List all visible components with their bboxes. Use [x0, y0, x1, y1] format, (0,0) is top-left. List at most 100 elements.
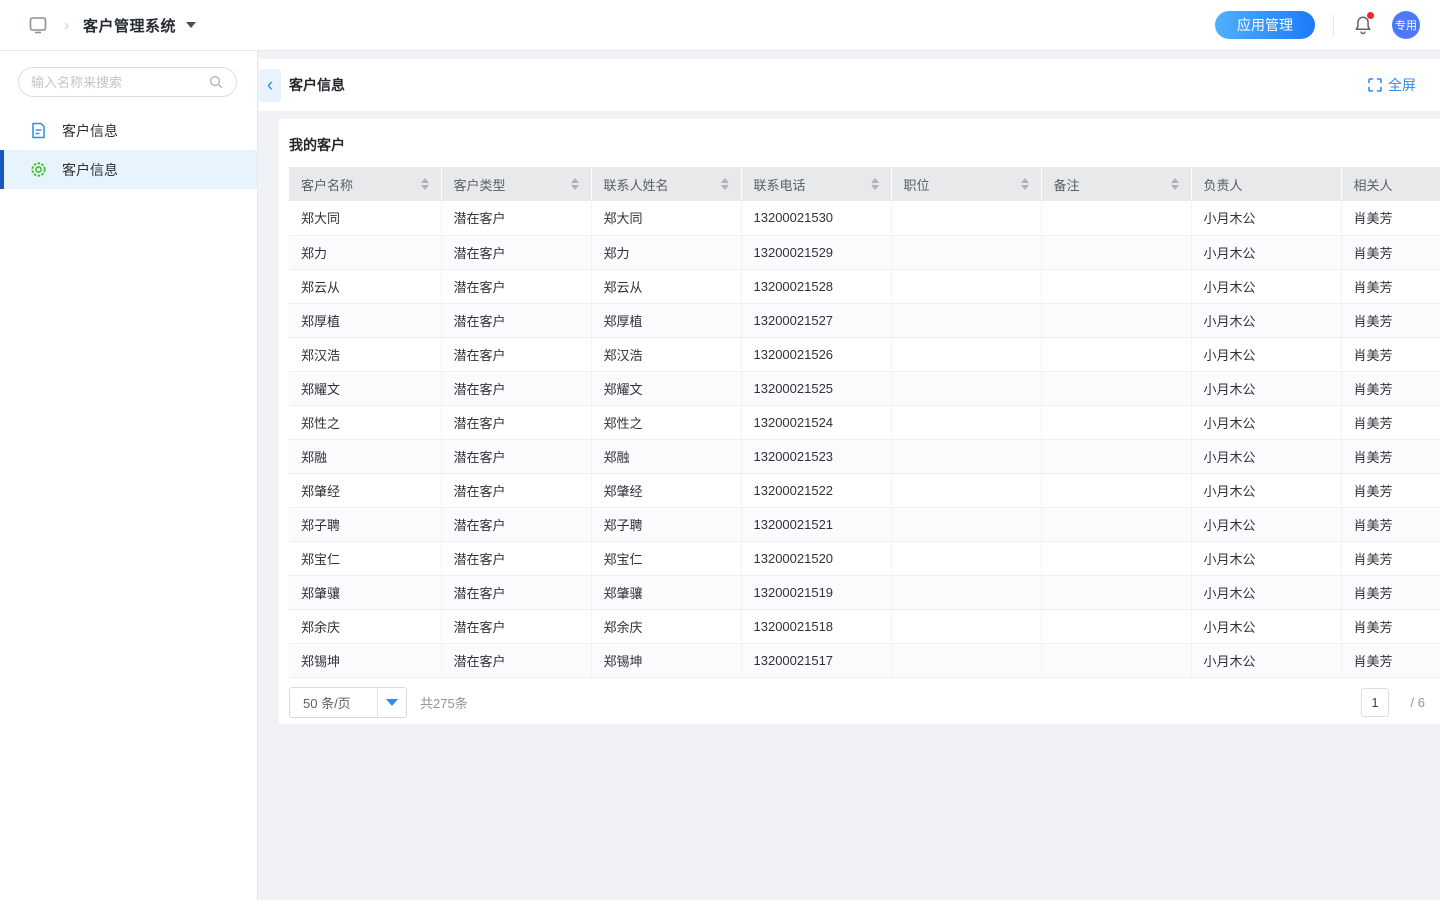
column-header[interactable]: 备注	[1041, 167, 1191, 201]
table-cell	[891, 201, 1041, 235]
table-row[interactable]: 郑汉浩潜在客户郑汉浩13200021526小月木公肖美芳	[289, 337, 1440, 371]
table-cell: 郑余庆	[591, 609, 741, 643]
table-cell: 潜在客户	[441, 541, 591, 575]
fullscreen-label: 全屏	[1388, 75, 1416, 95]
table-cell: 肖美芳	[1341, 575, 1440, 609]
page-size-select[interactable]: 50 条/页	[289, 687, 407, 718]
table-cell: 小月木公	[1191, 439, 1341, 473]
topbar: › 客户管理系统 应用管理 专用	[0, 0, 1440, 51]
table-row[interactable]: 郑云从潜在客户郑云从13200021528小月木公肖美芳	[289, 269, 1440, 303]
page-size-value: 50 条/页	[290, 693, 377, 712]
column-header[interactable]: 职位	[891, 167, 1041, 201]
column-label: 职位	[904, 178, 930, 193]
table-cell	[1041, 439, 1191, 473]
table-cell	[891, 405, 1041, 439]
column-label: 负责人	[1204, 178, 1243, 193]
table-row[interactable]: 郑厚植潜在客户郑厚植13200021527小月木公肖美芳	[289, 303, 1440, 337]
table-cell: 13200021530	[741, 201, 891, 235]
table-cell	[1041, 575, 1191, 609]
sort-icon[interactable]	[721, 178, 729, 190]
table-cell: 13200021528	[741, 269, 891, 303]
table-cell	[1041, 303, 1191, 337]
column-label: 联系人姓名	[604, 178, 669, 193]
table-row[interactable]: 郑性之潜在客户郑性之13200021524小月木公肖美芳	[289, 405, 1440, 439]
table-cell: 13200021520	[741, 541, 891, 575]
table-cell: 肖美芳	[1341, 235, 1440, 269]
column-header[interactable]: 联系人姓名	[591, 167, 741, 201]
sort-icon[interactable]	[421, 178, 429, 190]
table-cell: 13200021529	[741, 235, 891, 269]
table-cell: 小月木公	[1191, 609, 1341, 643]
table-row[interactable]: 郑肇骧潜在客户郑肇骧13200021519小月木公肖美芳	[289, 575, 1440, 609]
fullscreen-icon	[1368, 78, 1382, 92]
fullscreen-button[interactable]: 全屏	[1368, 75, 1416, 95]
back-button[interactable]: ‹	[259, 69, 281, 102]
search-input[interactable]	[31, 75, 208, 90]
chevron-down-icon[interactable]	[186, 22, 196, 28]
table-cell: 小月木公	[1191, 303, 1341, 337]
table-cell: 郑厚植	[591, 303, 741, 337]
column-header[interactable]: 联系电话	[741, 167, 891, 201]
notification-badge	[1367, 12, 1374, 19]
table-row[interactable]: 郑融潜在客户郑融13200021523小月木公肖美芳	[289, 439, 1440, 473]
table-cell: 郑云从	[289, 269, 441, 303]
sort-icon[interactable]	[1021, 178, 1029, 190]
table-cell	[1041, 405, 1191, 439]
table-row[interactable]: 郑锡坤潜在客户郑锡坤13200021517小月木公肖美芳	[289, 643, 1440, 677]
column-label: 客户名称	[301, 178, 353, 193]
app-manage-button[interactable]: 应用管理	[1215, 11, 1315, 39]
table-cell: 郑宝仁	[591, 541, 741, 575]
table-row[interactable]: 郑肇经潜在客户郑肇经13200021522小月木公肖美芳	[289, 473, 1440, 507]
column-label: 客户类型	[454, 178, 506, 193]
table-row[interactable]: 郑大同潜在客户郑大同13200021530小月木公肖美芳	[289, 201, 1440, 235]
table-cell: 肖美芳	[1341, 269, 1440, 303]
table-cell: 肖美芳	[1341, 337, 1440, 371]
table-cell: 郑大同	[289, 201, 441, 235]
table-cell: 郑锡坤	[289, 643, 441, 677]
sort-icon[interactable]	[871, 178, 879, 190]
document-icon	[30, 122, 47, 139]
customer-table: 客户名称客户类型联系人姓名联系电话职位备注负责人相关人 郑大同潜在客户郑大同13…	[289, 167, 1440, 678]
table-cell: 13200021521	[741, 507, 891, 541]
customer-table-card: 我的客户 客户名称客户类型联系人姓名联系电话职位备注负责人相关人 郑大同潜在客户…	[279, 119, 1440, 724]
table-cell: 13200021525	[741, 371, 891, 405]
column-header[interactable]: 客户名称	[289, 167, 441, 201]
table-cell	[891, 575, 1041, 609]
main-area: ‹ 客户信息 全屏 我的客户 客户名称客户类型联系人姓名联系电话职位备注负责人相…	[259, 51, 1440, 900]
table-row[interactable]: 郑余庆潜在客户郑余庆13200021518小月木公肖美芳	[289, 609, 1440, 643]
sidebar-item-customer-info-2[interactable]: 客户信息	[0, 150, 257, 189]
notification-bell-icon[interactable]	[1352, 14, 1374, 36]
table-cell: 肖美芳	[1341, 473, 1440, 507]
app-title[interactable]: 客户管理系统	[83, 15, 176, 36]
sort-icon[interactable]	[571, 178, 579, 190]
table-cell: 郑子聘	[289, 507, 441, 541]
table-cell: 郑肇骧	[289, 575, 441, 609]
window-monitor-icon[interactable]	[28, 15, 48, 35]
table-cell: 郑耀文	[289, 371, 441, 405]
column-header[interactable]: 客户类型	[441, 167, 591, 201]
table-row[interactable]: 郑耀文潜在客户郑耀文13200021525小月木公肖美芳	[289, 371, 1440, 405]
table-row[interactable]: 郑宝仁潜在客户郑宝仁13200021520小月木公肖美芳	[289, 541, 1440, 575]
table-body: 郑大同潜在客户郑大同13200021530小月木公肖美芳郑力潜在客户郑力1320…	[289, 201, 1440, 677]
topbar-divider	[1333, 15, 1334, 35]
table-cell: 潜在客户	[441, 269, 591, 303]
total-count-label: 共275条	[420, 693, 468, 712]
sidebar-item-customer-info-1[interactable]: 客户信息	[0, 111, 257, 150]
table-row[interactable]: 郑力潜在客户郑力13200021529小月木公肖美芳	[289, 235, 1440, 269]
table-cell: 13200021518	[741, 609, 891, 643]
table-cell	[891, 337, 1041, 371]
user-avatar[interactable]: 专用	[1392, 11, 1420, 39]
search-icon[interactable]	[208, 74, 224, 90]
table-cell	[1041, 201, 1191, 235]
table-header-row: 客户名称客户类型联系人姓名联系电话职位备注负责人相关人	[289, 167, 1440, 201]
page-header: ‹ 客户信息 全屏	[259, 59, 1440, 111]
table-cell: 潜在客户	[441, 303, 591, 337]
table-cell	[1041, 473, 1191, 507]
table-cell: 肖美芳	[1341, 507, 1440, 541]
table-cell: 13200021523	[741, 439, 891, 473]
table-row[interactable]: 郑子聘潜在客户郑子聘13200021521小月木公肖美芳	[289, 507, 1440, 541]
table-cell: 潜在客户	[441, 371, 591, 405]
table-cell	[1041, 541, 1191, 575]
current-page-input[interactable]	[1361, 688, 1389, 717]
sort-icon[interactable]	[1171, 178, 1179, 190]
